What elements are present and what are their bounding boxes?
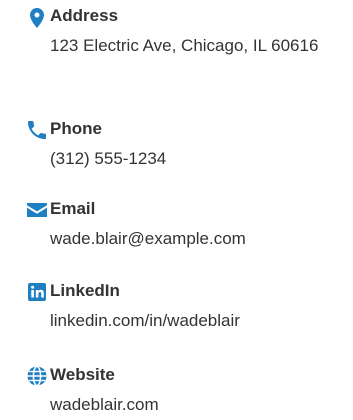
website-value[interactable]: wadeblair.com <box>50 391 350 419</box>
phone-label: Phone <box>50 119 102 138</box>
website-label: Website <box>50 365 115 384</box>
address-label: Address <box>50 6 119 25</box>
linkedin-value[interactable]: linkedin.com/in/wadeblair <box>50 307 350 335</box>
linkedin-label: LinkedIn <box>50 281 120 300</box>
map-pin-icon <box>25 6 49 30</box>
phone-icon <box>25 118 49 142</box>
email-label: Email <box>50 199 96 218</box>
email-value: wade.blair@example.com <box>50 229 246 248</box>
contact-list: Address 123 Electric Ave, Chicago, IL 60… <box>0 0 353 420</box>
address-value: 123 Electric Ave, Chicago, IL 60616 <box>50 36 319 55</box>
globe-icon <box>25 364 49 388</box>
phone-value: (312) 555-1234 <box>50 149 167 168</box>
envelope-icon <box>25 198 49 222</box>
linkedin-icon <box>25 280 49 304</box>
